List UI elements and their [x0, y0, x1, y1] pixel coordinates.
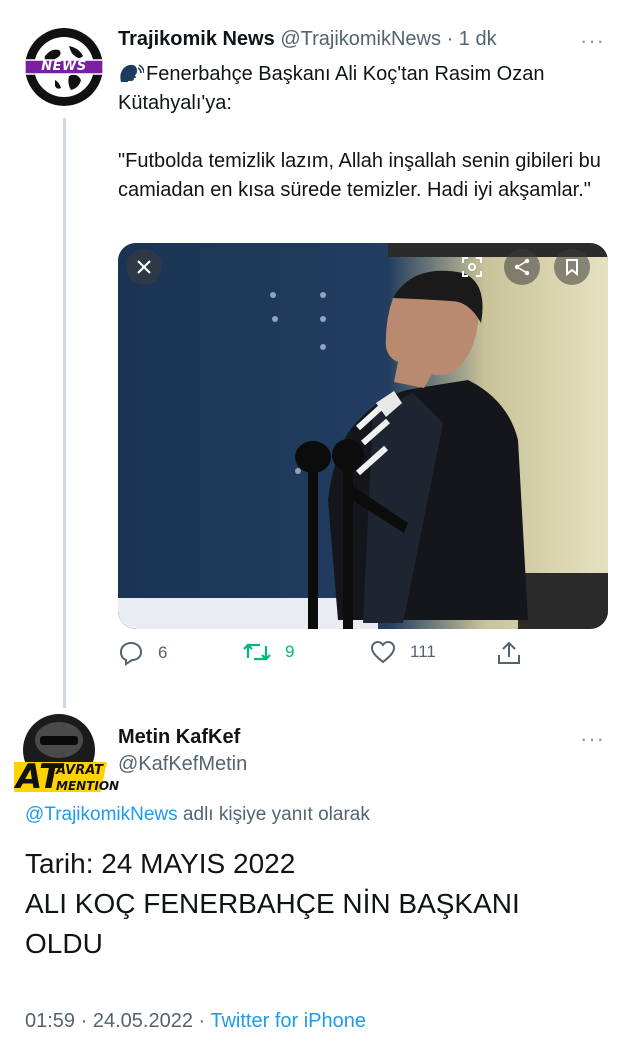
avatar-metin-kafkef[interactable]: AT AVRAT MENTION — [4, 710, 124, 800]
upload-share-icon — [498, 641, 520, 664]
tweet-text-line1: Tarih: 24 MAYIS 2022 — [25, 848, 296, 879]
retweet-button[interactable]: 9 — [243, 640, 294, 664]
tweet-text: Fenerbahçe Başkanı Ali Koç'tan Rasim Oza… — [118, 60, 613, 234]
tweet-date[interactable]: 24.05.2022 — [93, 1010, 193, 1032]
replying-to: @TrajikomikNews adlı kişiye yanıt olarak — [25, 804, 370, 826]
reply-mention-link[interactable]: @TrajikomikNews — [25, 804, 178, 825]
photo-ali-koc-podium — [118, 243, 608, 629]
avatar-badge-text: NEWS — [41, 59, 87, 74]
tweet-text-line2: ALI KOÇ FENERBAHÇE NİN BAŞKANI OLDU — [25, 888, 520, 959]
tweet-header: Trajikomik News @TrajikomikNews · 1 dk — [118, 28, 497, 51]
reply-button[interactable]: 6 — [118, 640, 167, 666]
author-name[interactable]: Trajikomik News — [118, 28, 275, 50]
tweet-footer: 01:59 · 24.05.2022 · Twitter for iPhone — [25, 1010, 366, 1033]
reply-icon — [119, 641, 143, 666]
footer-separator: · — [75, 1010, 93, 1032]
tweet-text-line1: Fenerbahçe Başkanı Ali Koç'tan Rasim Oza… — [118, 63, 545, 114]
tweet-actions: 6 9 111 — [118, 640, 618, 674]
more-options-icon[interactable]: ··· — [580, 726, 605, 752]
tweet-time[interactable]: 01:59 — [25, 1010, 75, 1032]
reply-suffix: adlı kişiye yanıt olarak — [177, 804, 370, 825]
share-icon — [514, 258, 530, 276]
avatar-text-mention: MENTION — [56, 779, 120, 793]
speaking-head-icon — [120, 64, 144, 82]
header-separator: · — [446, 28, 454, 50]
retweet-count: 9 — [285, 642, 295, 661]
scan-icon — [462, 257, 482, 277]
scan-button[interactable] — [454, 249, 490, 285]
thread-connector-line — [63, 118, 66, 708]
more-options-icon[interactable]: ··· — [580, 28, 605, 54]
close-media-button[interactable] — [126, 249, 162, 285]
tweet-reply[interactable]: AT AVRAT MENTION Metin KafKef @KafKefMet… — [0, 700, 635, 1050]
tweet-source[interactable]: Twitter for iPhone — [210, 1010, 366, 1032]
like-button[interactable]: 111 — [370, 640, 436, 664]
heart-icon — [370, 640, 396, 664]
share-button[interactable] — [496, 640, 522, 666]
reply-count: 6 — [158, 643, 168, 662]
author-name[interactable]: Metin KafKef — [118, 726, 240, 749]
footer-separator: · — [192, 1010, 211, 1032]
tweet-media-image[interactable] — [118, 243, 608, 629]
avatar-text-avrat: AVRAT — [56, 763, 103, 778]
tweet-text-quote: "Futbolda temizlik lazım, Allah inşallah… — [118, 150, 601, 201]
tweet-text: Tarih: 24 MAYIS 2022 ALI KOÇ FENERBAHÇE … — [25, 844, 615, 964]
author-handle[interactable]: @TrajikomikNews — [280, 28, 441, 50]
retweet-icon — [243, 643, 271, 661]
like-count: 111 — [410, 642, 436, 661]
avatar-trajikomik[interactable]: NEWS — [25, 28, 103, 106]
bookmark-media-button[interactable] — [554, 249, 590, 285]
tweet-time[interactable]: 1 dk — [459, 28, 497, 50]
author-handle[interactable]: @KafKefMetin — [118, 753, 247, 776]
tweet-parent[interactable]: NEWS Trajikomik News @TrajikomikNews · 1… — [0, 0, 635, 708]
bookmark-icon — [566, 259, 578, 276]
close-icon — [137, 260, 151, 274]
share-media-button[interactable] — [504, 249, 540, 285]
